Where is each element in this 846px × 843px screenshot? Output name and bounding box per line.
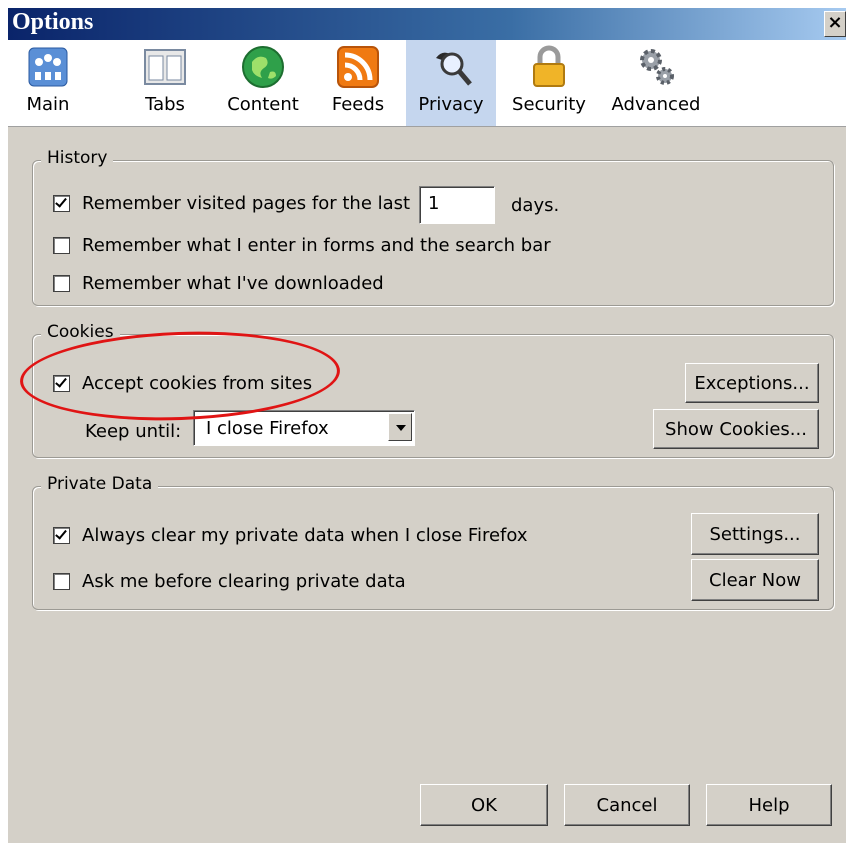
category-toolbar: Main Tabs Content Feeds Privacy Security… xyxy=(8,40,846,127)
tabs-icon xyxy=(144,49,186,85)
days-suffix: days. xyxy=(511,195,560,216)
tab-content-label: Content xyxy=(227,94,299,115)
ask-before-clearing-checkbox[interactable] xyxy=(53,573,70,590)
chevron-down-icon[interactable] xyxy=(388,413,412,441)
tab-main[interactable]: Main xyxy=(8,40,88,126)
accept-cookies-row: Accept cookies from sites xyxy=(53,373,312,394)
tab-advanced[interactable]: Advanced xyxy=(606,40,706,126)
security-icon xyxy=(533,45,565,87)
accept-cookies-checkbox[interactable] xyxy=(53,375,70,392)
cancel-button[interactable]: Cancel xyxy=(564,784,690,826)
title-bar: Options xyxy=(8,8,846,40)
cookies-legend: Cookies xyxy=(41,322,120,342)
keep-until-value: I close Firefox xyxy=(206,418,329,439)
tab-feeds-label: Feeds xyxy=(331,94,385,115)
help-button[interactable]: Help xyxy=(706,784,832,826)
close-icon[interactable]: × xyxy=(824,11,846,37)
tab-advanced-label: Advanced xyxy=(611,94,701,115)
tab-security[interactable]: Security xyxy=(504,40,594,126)
tab-tabs[interactable]: Tabs xyxy=(120,40,210,126)
remember-downloads-row: Remember what I've downloaded xyxy=(53,273,384,294)
private-data-legend: Private Data xyxy=(41,474,159,494)
options-dialog: Options Main Tabs Content Feeds Privacy … xyxy=(8,8,846,843)
remember-forms-row: Remember what I enter in forms and the s… xyxy=(53,235,551,256)
accept-cookies-label: Accept cookies from sites xyxy=(82,373,313,394)
keep-until-label: Keep until: xyxy=(85,421,182,442)
privacy-icon xyxy=(436,52,472,86)
history-legend: History xyxy=(41,148,114,168)
main-icon xyxy=(28,47,68,87)
history-group: History Remember visited pages for the l… xyxy=(32,148,834,306)
content-icon xyxy=(242,46,284,88)
window-title: Options xyxy=(12,9,94,35)
cookies-group: Cookies Accept cookies from sites Keep u… xyxy=(32,322,834,458)
always-clear-row: Always clear my private data when I clos… xyxy=(53,525,528,546)
private-data-group: Private Data Always clear my private dat… xyxy=(32,474,834,610)
tab-main-label: Main xyxy=(26,94,70,115)
settings-button[interactable]: Settings... xyxy=(691,513,819,555)
remember-forms-label: Remember what I enter in forms and the s… xyxy=(82,235,551,256)
tab-security-label: Security xyxy=(512,94,586,115)
always-clear-label: Always clear my private data when I clos… xyxy=(82,525,528,546)
remember-downloads-checkbox[interactable] xyxy=(53,275,70,292)
tab-tabs-label: Tabs xyxy=(145,94,185,115)
clear-now-button[interactable]: Clear Now xyxy=(691,559,819,601)
remember-visited-checkbox[interactable] xyxy=(53,195,70,212)
advanced-icon xyxy=(640,49,674,85)
tab-privacy-label: Privacy xyxy=(418,94,484,115)
remember-visited-row: Remember visited pages for the last xyxy=(53,193,410,214)
ask-before-clearing-row: Ask me before clearing private data xyxy=(53,571,406,592)
days-input[interactable]: 1 xyxy=(419,186,495,224)
remember-visited-label: Remember visited pages for the last xyxy=(82,193,411,214)
tab-privacy[interactable]: Privacy xyxy=(406,40,496,126)
feeds-icon xyxy=(337,46,379,88)
tab-content[interactable]: Content xyxy=(218,40,308,126)
ask-before-clearing-label: Ask me before clearing private data xyxy=(82,571,406,592)
remember-downloads-label: Remember what I've downloaded xyxy=(82,273,384,294)
ok-button[interactable]: OK xyxy=(420,784,548,826)
remember-forms-checkbox[interactable] xyxy=(53,237,70,254)
exceptions-button[interactable]: Exceptions... xyxy=(685,363,819,403)
show-cookies-button[interactable]: Show Cookies... xyxy=(653,409,819,449)
always-clear-checkbox[interactable] xyxy=(53,527,70,544)
tab-feeds[interactable]: Feeds xyxy=(316,40,400,126)
keep-until-select[interactable]: I close Firefox xyxy=(193,410,415,446)
